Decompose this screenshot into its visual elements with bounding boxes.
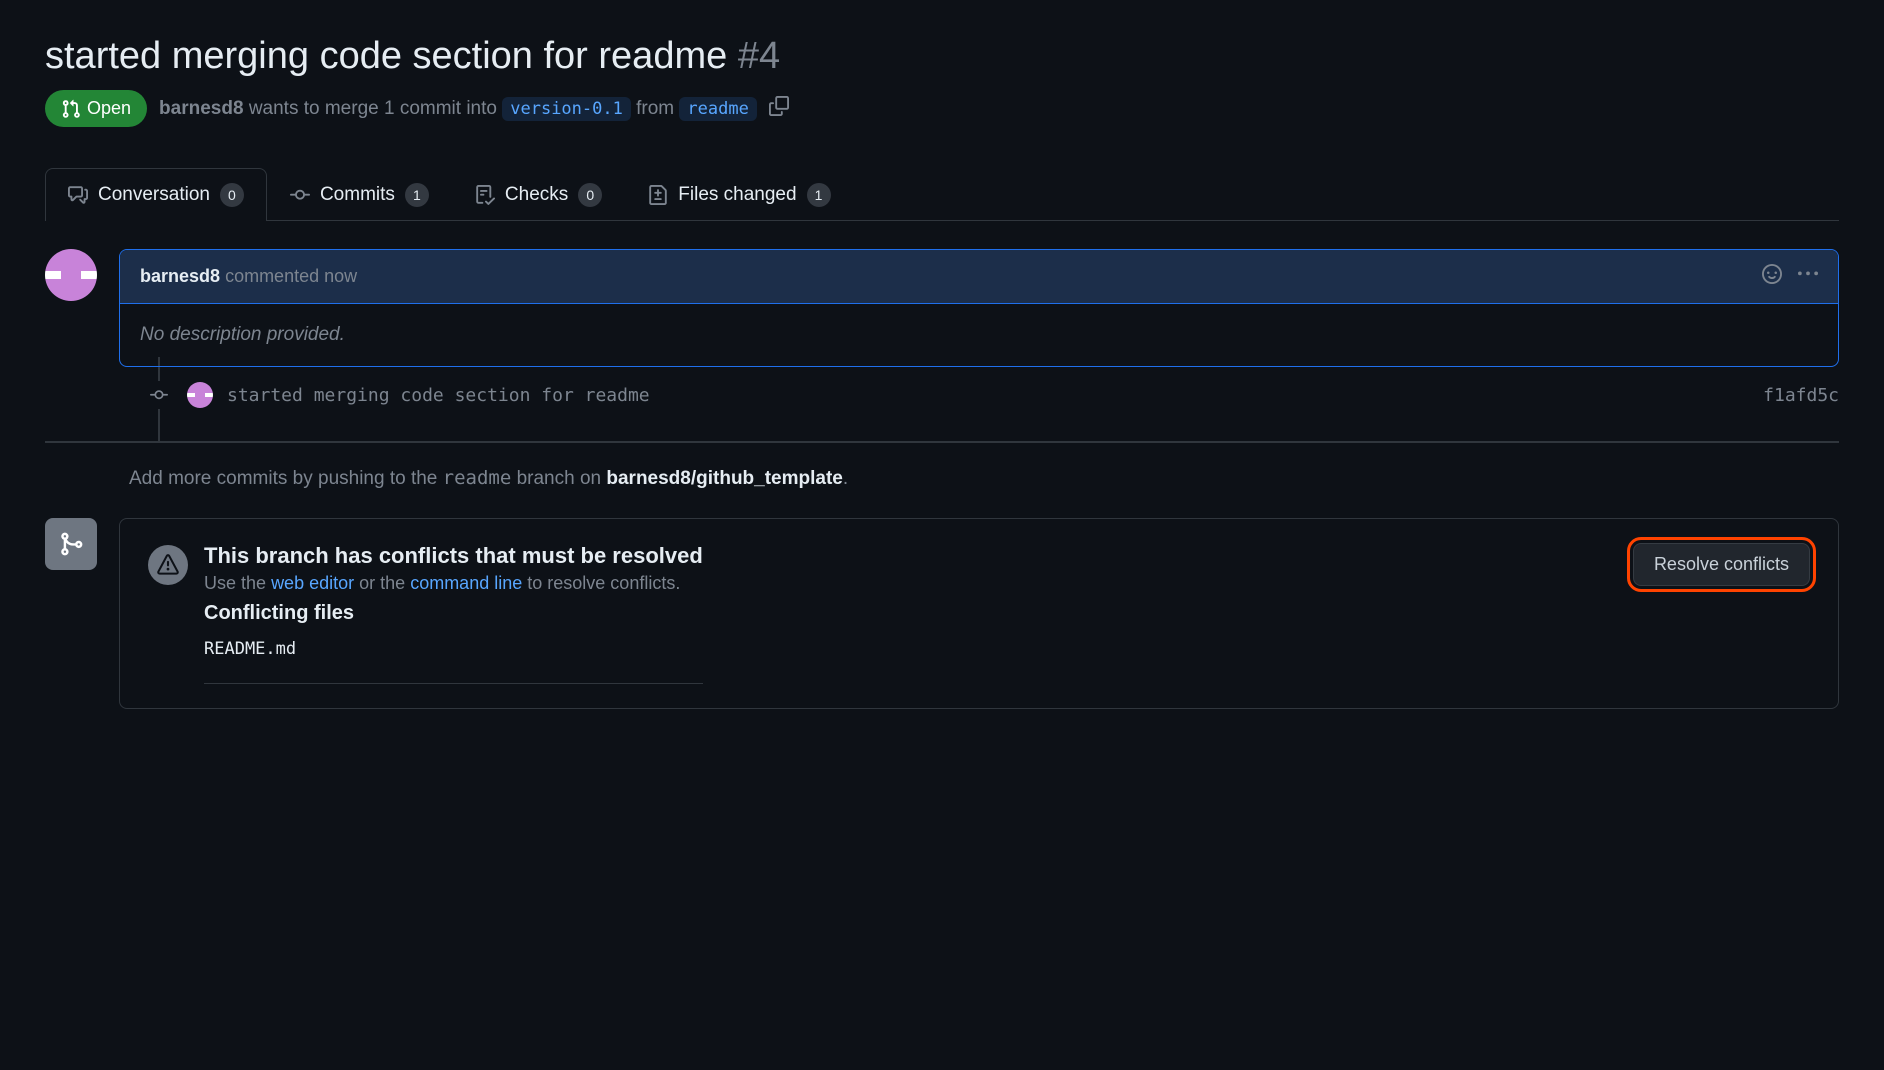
tab-files[interactable]: Files changed 1 [625, 168, 853, 221]
tab-conversation-count: 0 [220, 183, 244, 207]
tab-commits-count: 1 [405, 183, 429, 207]
head-branch[interactable]: readme [679, 97, 756, 121]
divider [45, 441, 1839, 443]
pr-title-text: started merging code section for readme [45, 35, 727, 77]
commit-message[interactable]: started merging code section for readme [227, 385, 1749, 406]
checklist-icon [475, 185, 495, 205]
conflict-files-title: Conflicting files [204, 602, 703, 625]
push-hint-suffix: . [843, 468, 848, 489]
pr-number: #4 [738, 35, 780, 77]
commit-avatar[interactable] [187, 382, 213, 408]
pr-meta-text: barnesd8 wants to merge 1 commit into ve… [159, 98, 757, 120]
comment-row: barnesd8 commented now No description pr… [45, 249, 1839, 367]
merge-badge [45, 518, 97, 570]
tab-files-label: Files changed [678, 184, 796, 206]
tab-conversation[interactable]: Conversation 0 [45, 168, 267, 221]
conflict-sub-prefix: Use the [204, 573, 266, 593]
pr-title: started merging code section for readme … [45, 35, 1839, 78]
pr-author[interactable]: barnesd8 [159, 98, 243, 119]
tab-checks[interactable]: Checks 0 [452, 168, 625, 221]
resolve-conflicts-button[interactable]: Resolve conflicts [1633, 543, 1810, 586]
tab-checks-count: 0 [578, 183, 602, 207]
tab-commits[interactable]: Commits 1 [267, 168, 452, 221]
comment-discussion-icon [68, 185, 88, 205]
copy-icon[interactable] [769, 96, 789, 121]
merge-box: This branch has conflicts that must be r… [119, 518, 1839, 709]
base-branch[interactable]: version-0.1 [502, 97, 631, 121]
pr-state-label: Open [87, 98, 131, 119]
pr-meta: Open barnesd8 wants to merge 1 commit in… [45, 90, 1839, 127]
comment-body: No description provided. [120, 304, 1838, 366]
git-commit-icon [290, 185, 310, 205]
tab-checks-label: Checks [505, 184, 568, 206]
command-line-link[interactable]: command line [410, 573, 522, 593]
push-hint: Add more commits by pushing to the readm… [129, 467, 1839, 490]
smiley-icon[interactable] [1762, 264, 1782, 289]
pr-tabs: Conversation 0 Commits 1 Checks 0 Files … [45, 167, 1839, 221]
web-editor-link[interactable]: web editor [271, 573, 354, 593]
push-hint-mid: branch on [517, 468, 602, 489]
git-pull-request-icon [61, 99, 81, 119]
file-diff-icon [648, 185, 668, 205]
tab-commits-label: Commits [320, 184, 395, 206]
avatar[interactable] [45, 249, 97, 301]
timeline: barnesd8 commented now No description pr… [45, 249, 1839, 709]
tab-conversation-label: Conversation [98, 184, 210, 206]
commit-row: started merging code section for readme … [45, 367, 1839, 423]
pr-state-badge: Open [45, 90, 147, 127]
conflict-sub-mid: or the [359, 573, 405, 593]
alert-icon-circle [148, 545, 188, 585]
commit-sha[interactable]: f1afd5c [1763, 385, 1839, 406]
push-hint-branch: readme [443, 467, 512, 489]
kebab-icon[interactable] [1798, 264, 1818, 289]
comment-header: barnesd8 commented now [120, 250, 1838, 304]
conflict-sub-suffix: to resolve conflicts. [527, 573, 680, 593]
tab-files-count: 1 [807, 183, 831, 207]
conflict-file[interactable]: README.md [204, 639, 703, 684]
pr-merge-text-1: wants to merge 1 commit into [249, 98, 497, 119]
commit-dot-icon [145, 381, 173, 409]
merge-row: This branch has conflicts that must be r… [45, 518, 1839, 709]
git-merge-icon [58, 531, 84, 557]
comment-box: barnesd8 commented now No description pr… [119, 249, 1839, 367]
pr-merge-text-2: from [636, 98, 674, 119]
comment-action: commented now [225, 266, 357, 286]
alert-icon [157, 554, 179, 576]
conflict-title: This branch has conflicts that must be r… [204, 543, 703, 569]
push-hint-prefix: Add more commits by pushing to the [129, 468, 437, 489]
conflict-subtitle: Use the web editor or the command line t… [204, 573, 703, 594]
push-hint-repo: barnesd8/github_template [606, 468, 843, 489]
comment-author[interactable]: barnesd8 [140, 266, 220, 286]
